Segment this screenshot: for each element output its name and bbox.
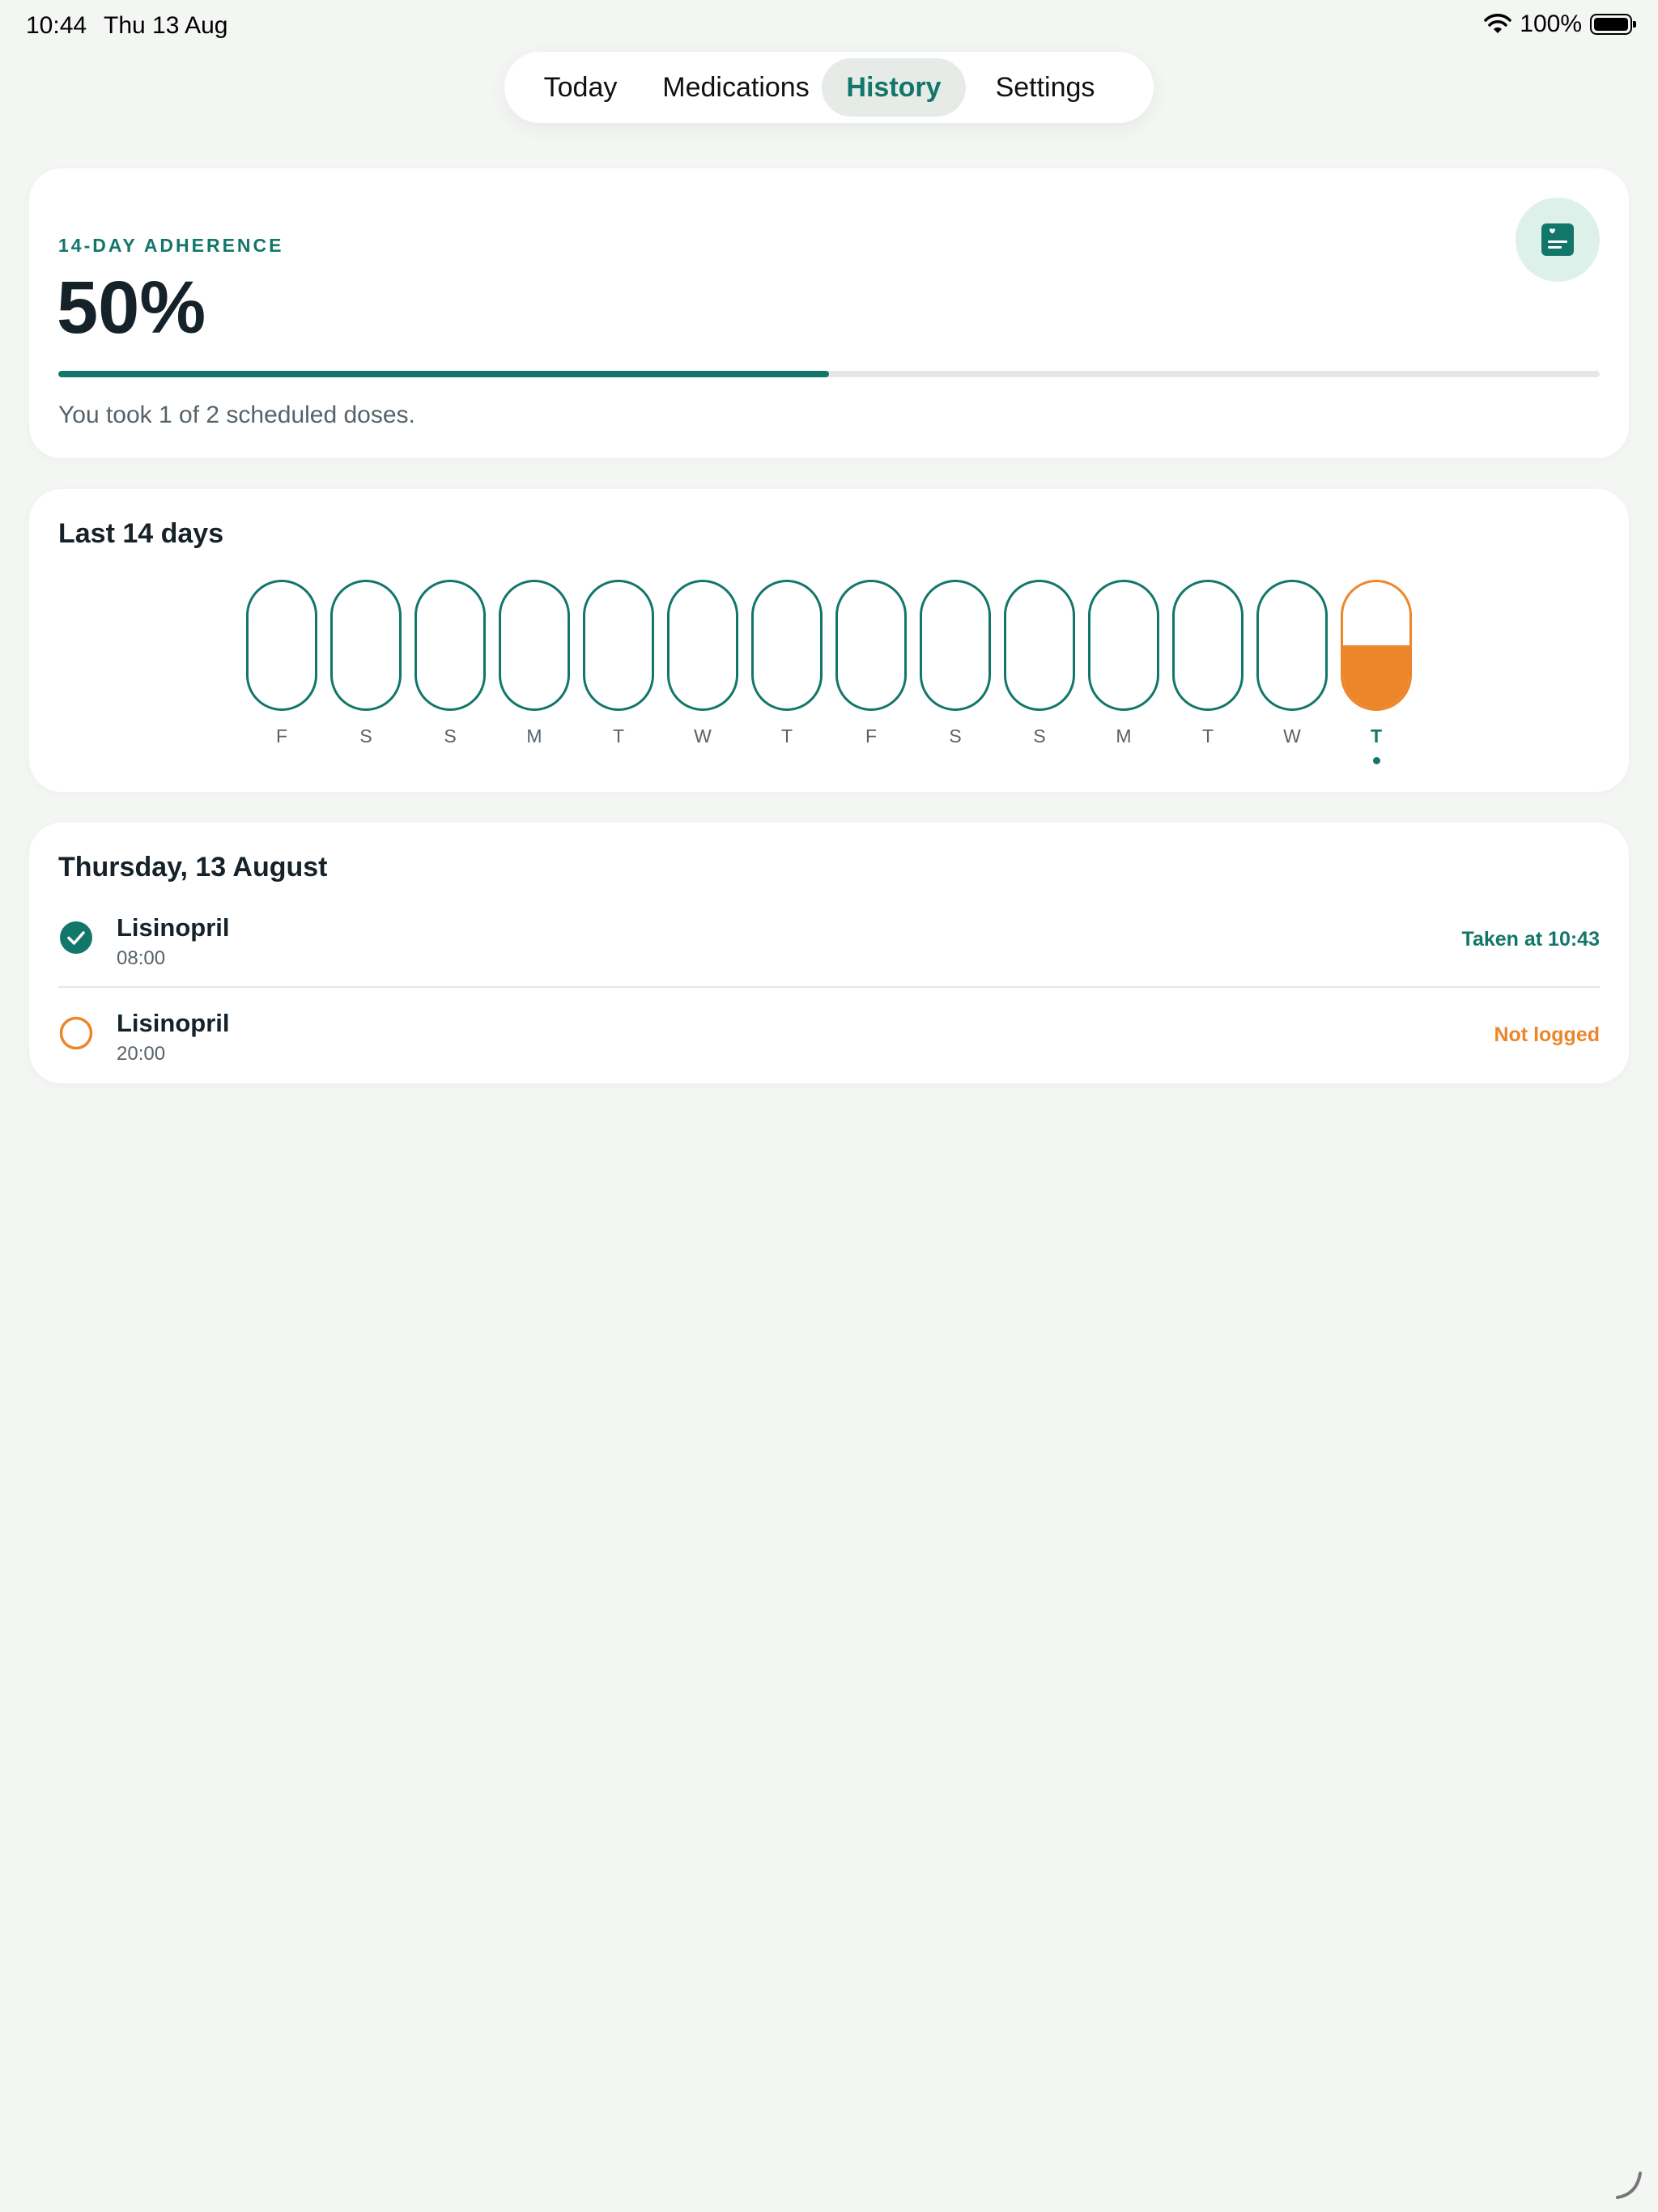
- day-pill[interactable]: S: [920, 575, 991, 769]
- day-pill-letter: T: [612, 725, 625, 747]
- day-pill[interactable]: S: [1004, 575, 1075, 769]
- day-pill[interactable]: T: [1172, 575, 1244, 769]
- last-days-card: Last 14 days F S S M T W T F S S M T W T: [29, 489, 1629, 792]
- day-detail-card: Thursday, 13 August Lisinopril 08:00 Tak…: [29, 823, 1629, 1083]
- day-pill-capsule: [1172, 580, 1244, 711]
- day-pill-capsule: [920, 580, 991, 711]
- day-pill[interactable]: T: [1341, 575, 1412, 769]
- day-pill-capsule: [835, 580, 907, 711]
- day-pill-capsule: [667, 580, 738, 711]
- tab-today[interactable]: Today: [511, 58, 650, 117]
- day-pill[interactable]: S: [414, 575, 486, 769]
- empty-circle-icon: [59, 1016, 93, 1050]
- day-pill-capsule: [1341, 580, 1412, 711]
- battery-percent: 100%: [1520, 11, 1582, 37]
- adherence-percent: 50%: [57, 266, 206, 349]
- adherence-label: 14-DAY ADHERENCE: [58, 235, 284, 256]
- day-pill-capsule: [330, 580, 402, 711]
- day-pill-letter: T: [1370, 725, 1383, 747]
- dose-row[interactable]: Lisinopril 08:00 Taken at 10:43: [58, 900, 1600, 988]
- tab-history[interactable]: History: [822, 58, 966, 117]
- dose-name: Lisinopril: [117, 913, 230, 942]
- status-right: 100%: [1484, 11, 1636, 38]
- check-circle-icon: [60, 921, 92, 954]
- adherence-progress-bar: [58, 371, 1600, 377]
- day-pill[interactable]: S: [330, 575, 402, 769]
- battery-icon: [1590, 14, 1636, 35]
- dose-time: 08:00: [117, 947, 166, 969]
- adherence-progress-fill: [58, 371, 829, 377]
- day-pill-letter: F: [275, 725, 288, 747]
- report-button[interactable]: [1516, 198, 1600, 282]
- wifi-icon: [1484, 14, 1512, 33]
- status-date: Thu 13 Aug: [104, 12, 228, 39]
- day-pill-capsule: [1088, 580, 1159, 711]
- day-pill-letter: M: [526, 725, 542, 747]
- report-icon: [1541, 223, 1574, 256]
- status-time: 10:44: [26, 12, 87, 39]
- day-pill[interactable]: M: [499, 575, 570, 769]
- dose-row[interactable]: Lisinopril 20:00 Not logged: [58, 996, 1600, 1083]
- day-pill-letter: M: [1116, 725, 1132, 747]
- day-pill-capsule: [1004, 580, 1075, 711]
- day-pill-letter: T: [780, 725, 793, 747]
- adherence-card: 14-DAY ADHERENCE 50% You took 1 of 2 sch…: [29, 168, 1629, 458]
- adherence-summary: You took 1 of 2 scheduled doses.: [58, 402, 415, 428]
- status-bar: 10:44 Thu 13 Aug 100%: [0, 0, 1658, 52]
- day-pill[interactable]: W: [1256, 575, 1328, 769]
- last-days-title: Last 14 days: [58, 518, 224, 549]
- day-pill-letter: T: [1201, 725, 1214, 747]
- day-pill-letter: S: [949, 725, 962, 747]
- day-pill-capsule: [414, 580, 486, 711]
- resize-handle-icon: [1616, 2172, 1642, 2199]
- dose-time: 20:00: [117, 1043, 166, 1065]
- day-pill[interactable]: T: [583, 575, 654, 769]
- tab-medications[interactable]: Medications: [650, 58, 822, 117]
- day-pill-capsule: [583, 580, 654, 711]
- today-indicator-dot: [1373, 757, 1380, 764]
- dose-status: Taken at 10:43: [1461, 928, 1600, 951]
- tab-bar: Today Medications History Settings: [504, 52, 1154, 123]
- day-pill-capsule: [751, 580, 823, 711]
- day-pill-letter: S: [1033, 725, 1046, 747]
- day-pill[interactable]: F: [246, 575, 317, 769]
- day-pill-capsule: [1256, 580, 1328, 711]
- dose-name: Lisinopril: [117, 1009, 230, 1037]
- day-pill-letter: W: [694, 725, 712, 747]
- day-pill[interactable]: W: [667, 575, 738, 769]
- day-pill[interactable]: T: [751, 575, 823, 769]
- day-pill[interactable]: M: [1088, 575, 1159, 769]
- day-pill-letter: F: [865, 725, 878, 747]
- day-detail-title: Thursday, 13 August: [58, 852, 328, 883]
- day-pill-capsule: [499, 580, 570, 711]
- day-pill-fill: [1343, 645, 1409, 708]
- day-pill-letter: S: [359, 725, 372, 747]
- day-pill-letter: W: [1283, 725, 1301, 747]
- tab-settings[interactable]: Settings: [966, 58, 1124, 117]
- dose-status: Not logged: [1494, 1023, 1600, 1046]
- day-pill-capsule: [246, 580, 317, 711]
- day-pill[interactable]: F: [835, 575, 907, 769]
- day-pill-letter: S: [444, 725, 457, 747]
- day-pills: FSSMTWTFSSMTWT: [246, 575, 1444, 769]
